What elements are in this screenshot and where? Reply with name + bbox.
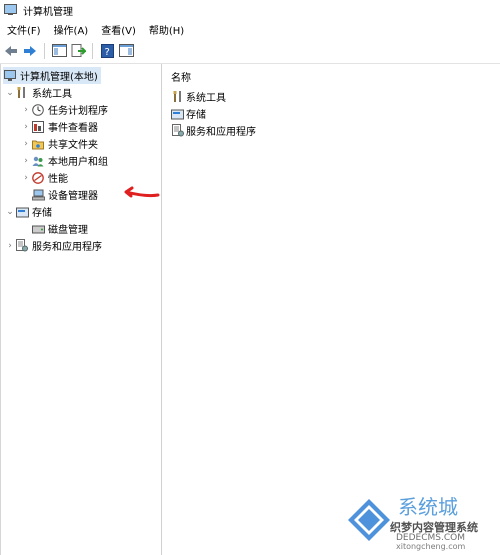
chevron-down-icon[interactable]: ⌄ <box>5 88 15 98</box>
list-item-label: 存储 <box>186 110 206 121</box>
users-icon <box>31 154 45 168</box>
chevron-right-icon[interactable]: › <box>21 173 31 183</box>
tree-item-label: 存储 <box>32 208 52 219</box>
column-header-name[interactable]: 名称 <box>171 69 191 84</box>
clock-icon <box>31 103 45 117</box>
show-action-pane-button[interactable] <box>118 43 134 59</box>
title-bar: 计算机管理 <box>0 0 500 20</box>
list-item-label: 服务和应用程序 <box>186 127 256 138</box>
chevron-right-icon[interactable]: › <box>21 156 31 166</box>
chevron-right-icon[interactable]: › <box>21 122 31 132</box>
tree-item-label: 计算机管理(本地) <box>20 72 98 83</box>
tree-item-event-viewer[interactable]: › 事件查看器 <box>21 118 98 135</box>
performance-icon <box>31 171 45 185</box>
tree-item-label: 任务计划程序 <box>48 106 108 117</box>
toolbar-separator <box>44 42 45 59</box>
back-arrow-icon <box>5 45 17 56</box>
tree-item-disk-management[interactable]: 磁盘管理 <box>31 220 88 237</box>
tree-item-label: 事件查看器 <box>48 123 98 134</box>
computer-management-icon <box>4 4 17 16</box>
tree-item-label: 性能 <box>48 174 68 185</box>
help-icon: ? <box>100 43 114 58</box>
export-list-icon <box>71 43 86 57</box>
chevron-right-icon[interactable]: › <box>5 241 15 251</box>
system-tools-icon <box>171 90 184 103</box>
watermark: 系统城 织梦内容管理系统 DEDECMS.COM xitongcheng.com <box>346 491 496 551</box>
tree-item-shared-folders[interactable]: › 共享文件夹 <box>21 135 98 152</box>
help-button[interactable]: ? <box>99 43 115 59</box>
chevron-down-icon[interactable]: ⌄ <box>5 207 15 217</box>
forward-arrow-icon <box>24 45 36 56</box>
window-title: 计算机管理 <box>23 6 73 18</box>
menu-view[interactable]: 查看(V) <box>94 22 142 37</box>
tree-item-storage[interactable]: ⌄ 存储 <box>5 203 52 220</box>
list-item-services-apps[interactable]: 服务和应用程序 <box>171 122 256 139</box>
list-item-storage[interactable]: 存储 <box>171 105 206 122</box>
svg-text:?: ? <box>104 47 109 58</box>
tree-item-label: 系统工具 <box>32 89 72 100</box>
menu-action[interactable]: 操作(A) <box>47 22 95 37</box>
menu-help[interactable]: 帮助(H) <box>142 22 190 37</box>
show-tree-icon <box>51 44 67 57</box>
list-item-label: 系统工具 <box>186 93 226 104</box>
disk-management-icon <box>31 222 45 236</box>
tree-item-task-scheduler[interactable]: › 任务计划程序 <box>21 101 108 118</box>
tree-item-system-tools[interactable]: ⌄ 系统工具 <box>5 84 72 101</box>
export-list-button[interactable] <box>70 43 86 59</box>
annotation-arrow <box>124 186 160 198</box>
tree-item-performance[interactable]: › 性能 <box>21 169 68 186</box>
toolbar: ? <box>0 38 500 64</box>
chevron-right-icon[interactable]: › <box>21 139 31 149</box>
show-action-pane-icon <box>118 44 134 57</box>
storage-icon <box>171 107 184 120</box>
forward-button[interactable] <box>22 43 38 59</box>
show-tree-button[interactable] <box>51 43 67 59</box>
back-button[interactable] <box>3 43 19 59</box>
chevron-right-icon[interactable]: › <box>21 105 31 115</box>
watermark-logo-text: 系统城 <box>398 495 458 519</box>
services-apps-icon <box>171 124 184 137</box>
tree-item-label: 共享文件夹 <box>48 140 98 151</box>
list-item-system-tools[interactable]: 系统工具 <box>171 88 226 105</box>
watermark-logo-icon <box>348 499 390 541</box>
services-apps-icon <box>15 239 29 253</box>
toolbar-separator <box>92 42 93 59</box>
tree-item-local-users-groups[interactable]: › 本地用户和组 <box>21 152 108 169</box>
menu-file[interactable]: 文件(F) <box>0 22 47 37</box>
details-pane: 名称 系统工具 存储 服务和应用程序 <box>165 64 500 555</box>
tree-item-root[interactable]: 计算机管理(本地) <box>3 67 101 84</box>
menu-bar: 文件(F) 操作(A) 查看(V) 帮助(H) <box>0 20 500 38</box>
watermark-url: xitongcheng.com <box>396 542 466 551</box>
tree-item-device-manager[interactable]: 设备管理器 <box>31 186 98 203</box>
device-manager-icon <box>31 188 45 202</box>
event-viewer-icon <box>31 120 45 134</box>
computer-management-icon <box>3 69 17 83</box>
shared-folder-icon <box>31 137 45 151</box>
navigation-tree: 计算机管理(本地) ⌄ 系统工具 › 任务计划程序 › 事件查看器 › 共享文件… <box>0 64 162 555</box>
tree-item-label: 设备管理器 <box>48 191 98 202</box>
tree-item-label: 服务和应用程序 <box>32 242 102 253</box>
storage-icon <box>15 205 29 219</box>
tree-item-label: 本地用户和组 <box>48 157 108 168</box>
tree-item-services-apps[interactable]: › 服务和应用程序 <box>5 237 102 254</box>
system-tools-icon <box>15 86 29 100</box>
tree-item-label: 磁盘管理 <box>48 225 88 236</box>
